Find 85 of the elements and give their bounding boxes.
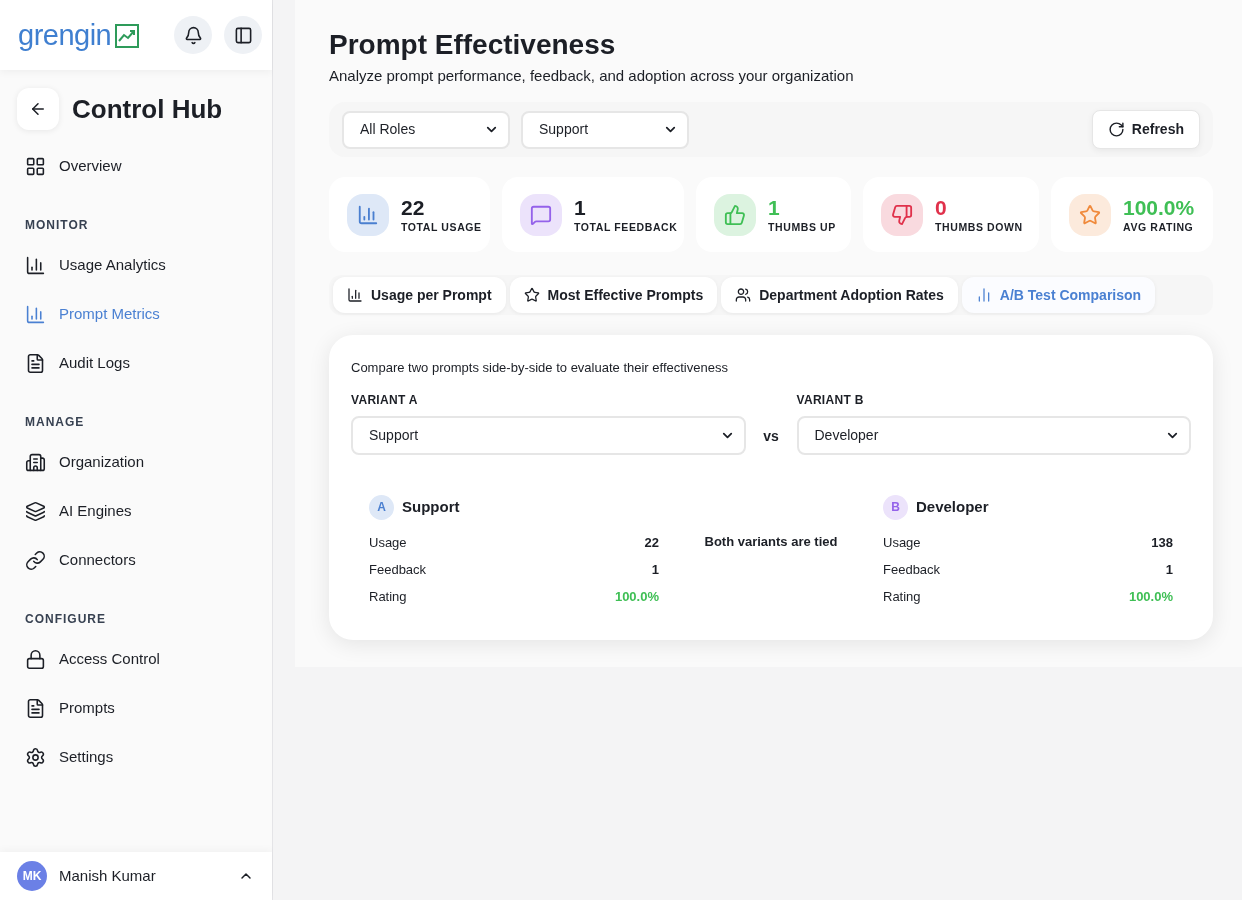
nav-item[interactable]: AI Engines (0, 487, 272, 536)
stat-label: TOTAL USAGE (401, 219, 482, 234)
building-icon (25, 452, 46, 473)
metric-label: Rating (883, 587, 921, 606)
tab[interactable]: A/B Test Comparison (961, 277, 1156, 313)
metric-value: 1 (651, 560, 659, 579)
section-heading: CONFIGURE (24, 611, 107, 627)
star-icon (1069, 193, 1111, 236)
users-icon (735, 287, 752, 303)
settings-icon (25, 747, 46, 768)
stat-value: 0 (935, 195, 948, 220)
section-heading: MANAGE (24, 414, 86, 430)
stat-label: AVG RATING (1123, 219, 1195, 234)
variant-name: Support (402, 496, 460, 517)
metric-label: Feedback (369, 560, 427, 579)
metric-label: Feedback (883, 560, 941, 579)
variant-dropdown[interactable]: Developer (796, 416, 1191, 455)
notifications-button[interactable] (174, 16, 212, 54)
page-subtitle: Analyze prompt performance, feedback, and adoption across your organization (329, 66, 855, 86)
thumbs-down-icon (881, 193, 923, 236)
document-icon (25, 353, 46, 374)
vs-label: vs (762, 426, 780, 446)
nav-item[interactable]: Organization (0, 438, 272, 487)
bar-chart-icon (347, 287, 363, 303)
nav-item[interactable]: Audit Logs (0, 339, 272, 388)
tab[interactable]: Usage per Prompt (333, 277, 506, 313)
sidebar-toggle-button[interactable] (224, 16, 262, 54)
logo-text: grengin (18, 20, 112, 50)
tab[interactable]: Most Effective Prompts (509, 277, 718, 313)
stat-label: THUMBS UP (768, 219, 836, 234)
variant-label: VARIANT B (796, 392, 865, 408)
layers-icon (25, 501, 46, 522)
metric-label: Usage (369, 533, 407, 552)
nav-item[interactable]: Overview (0, 142, 272, 191)
metric-label: Usage (883, 533, 921, 552)
metric-value: 1 (1165, 560, 1173, 579)
stat-value: 1 (574, 195, 587, 220)
avatar: MK (17, 861, 47, 891)
sidebar-title: Control Hub (72, 96, 223, 122)
star-icon (523, 287, 540, 303)
lock-icon (25, 649, 46, 670)
nav-item[interactable]: Usage Analytics (0, 241, 272, 290)
panel-icon (233, 25, 253, 45)
bar-chart-icon (25, 304, 46, 325)
stat-label: THUMBS DOWN (935, 219, 1023, 234)
user-menu[interactable]: MK Manish Kumar (0, 852, 272, 900)
tab[interactable]: Department Adoption Rates (721, 277, 958, 313)
verdict-text: Both variants are tied (704, 533, 838, 551)
document-icon (25, 698, 46, 719)
metric-label: Rating (369, 587, 407, 606)
nav-item[interactable]: Settings (0, 733, 272, 782)
variant-dropdown[interactable]: Support (351, 416, 746, 455)
nav-item[interactable]: Access Control (0, 635, 272, 684)
speech-bubble-icon (520, 193, 562, 236)
variant-badge: A (369, 494, 394, 520)
grid-icon (25, 156, 46, 177)
stat-value: 22 (401, 195, 426, 220)
chart-logo-icon (115, 24, 140, 48)
metric-value: 22 (644, 533, 659, 552)
metric-value: 138 (1151, 533, 1173, 552)
link-icon (25, 550, 46, 571)
bar-chart-icon (25, 255, 46, 276)
variant-label: VARIANT A (351, 392, 419, 408)
bar-chart-icon (347, 193, 389, 236)
metric-value: 100.0% (614, 587, 659, 606)
refresh-button[interactable]: Refresh (1091, 110, 1200, 149)
stat-value: 100.0% (1123, 195, 1195, 220)
thumbs-up-icon (714, 193, 756, 236)
filter-dropdown[interactable]: Support (521, 110, 689, 149)
section-heading: MONITOR (24, 217, 90, 233)
back-button[interactable] (17, 88, 59, 130)
page-title: Prompt Effectiveness (329, 28, 617, 62)
nav-item[interactable]: Prompt Metrics (0, 290, 272, 339)
filter-dropdown[interactable]: All Roles (342, 110, 510, 149)
nav-item[interactable]: Connectors (0, 536, 272, 585)
stat-value: 1 (768, 195, 781, 220)
comparison-description: Compare two prompts side-by-side to evaluate their effectiveness (351, 359, 729, 377)
nav-item[interactable]: Prompts (0, 684, 272, 733)
user-name: Manish Kumar (59, 865, 156, 886)
refresh-icon (1107, 121, 1125, 138)
variant-name: Developer (916, 496, 989, 517)
stat-label: TOTAL FEEDBACK (574, 219, 678, 234)
bell-icon (183, 25, 203, 45)
metric-value: 100.0% (1128, 587, 1173, 606)
variant-badge: B (883, 494, 908, 520)
